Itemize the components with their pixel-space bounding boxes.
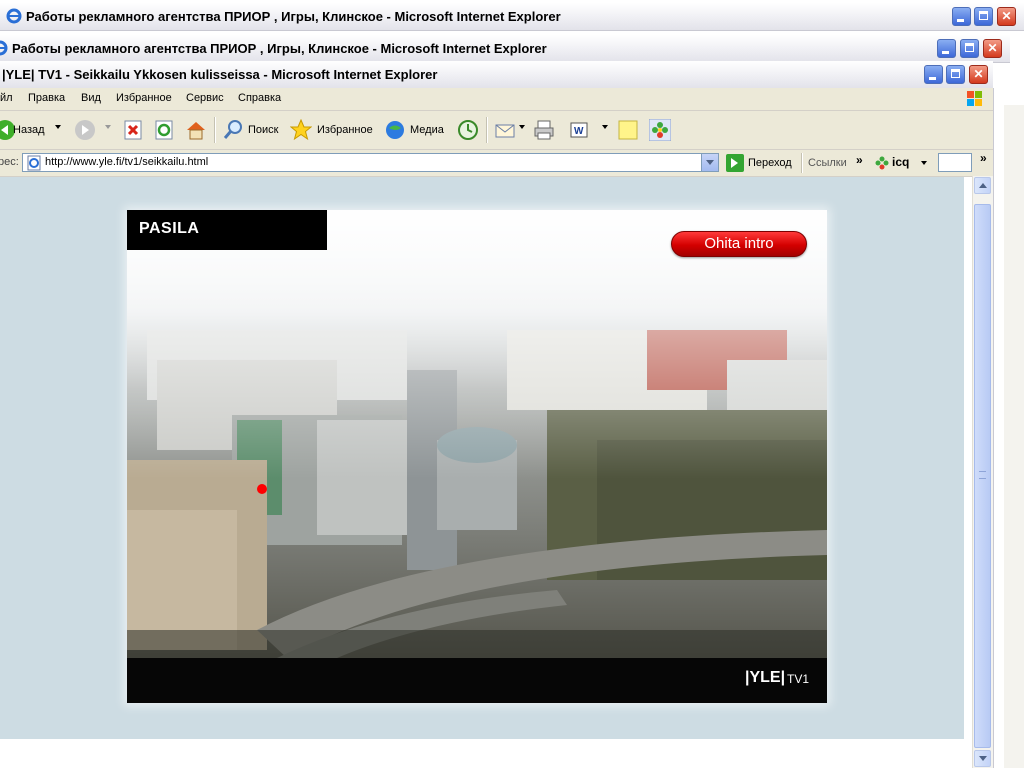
menu-tools[interactable]: Сервис	[186, 92, 224, 104]
window-title: Работы рекламного агентства ПРИОР , Игры…	[26, 9, 561, 24]
standard-toolbar: Назад Поиск Избранное Медиа W	[0, 111, 993, 150]
scroll-thumb[interactable]	[974, 204, 991, 748]
scroll-up-button[interactable]	[974, 177, 991, 194]
note-icon[interactable]	[617, 119, 639, 141]
maximize-button[interactable]	[974, 7, 993, 26]
media-icon[interactable]	[384, 119, 406, 141]
window-title: Работы рекламного агентства ПРИОР , Игры…	[12, 41, 547, 56]
page-icon	[27, 155, 41, 171]
links-chevron-icon[interactable]: »	[856, 153, 863, 167]
search-button[interactable]: Поиск	[248, 124, 278, 136]
close-button[interactable]: ✕	[997, 7, 1016, 26]
flash-intro[interactable]: PASILA Ohita intro |YLE| TV1	[127, 210, 827, 703]
home-icon[interactable]	[185, 119, 207, 141]
back-dropdown-icon[interactable]	[55, 125, 61, 129]
vertical-scrollbar[interactable]	[972, 176, 993, 768]
svg-text:W: W	[574, 126, 584, 137]
menu-favorites[interactable]: Избранное	[116, 92, 172, 104]
location-label: PASILA	[139, 220, 200, 237]
skip-intro-label: Ohita intro	[704, 235, 774, 252]
close-icon: ✕	[987, 41, 998, 55]
menu-bar: йл Правка Вид Избранное Сервис Справка	[0, 88, 993, 111]
tv1-logo: TV1	[787, 672, 810, 686]
maximize-button[interactable]	[946, 65, 965, 84]
outer-scrollbar-track	[1004, 105, 1024, 768]
minimize-button[interactable]	[952, 7, 971, 26]
scroll-down-button[interactable]	[974, 750, 991, 767]
icq-flower-icon[interactable]	[649, 119, 671, 141]
toolbar-chevron-icon[interactable]: »	[980, 151, 987, 165]
close-button[interactable]: ✕	[983, 39, 1002, 58]
links-button[interactable]: Ссылки	[808, 157, 847, 169]
ie-icon	[0, 40, 8, 56]
page-bottom-strip	[0, 739, 964, 768]
skip-intro-button[interactable]: Ohita intro	[671, 231, 807, 257]
edit-dropdown-icon[interactable]	[602, 125, 608, 129]
edit-word-icon[interactable]: W	[568, 119, 590, 141]
window-title: |YLE| TV1 - Seikkailu Ykkosen kulisseiss…	[2, 67, 438, 82]
forward-dropdown-icon[interactable]	[105, 125, 111, 129]
yle-logo: |YLE|	[745, 669, 786, 686]
location-label-box: PASILA	[127, 210, 327, 250]
menu-file[interactable]: йл	[0, 92, 13, 104]
search-icon[interactable]	[222, 119, 244, 141]
window-titlebar-3[interactable]: |YLE| TV1 - Seikkailu Ykkosen kulisseiss…	[0, 61, 993, 89]
close-icon: ✕	[1001, 9, 1012, 23]
mail-icon[interactable]	[494, 119, 516, 141]
menu-view[interactable]: Вид	[81, 92, 101, 104]
mail-dropdown-icon[interactable]	[519, 125, 525, 129]
print-icon[interactable]	[533, 119, 555, 141]
favorites-button[interactable]: Избранное	[317, 124, 373, 136]
forward-arrow-icon[interactable]	[74, 119, 96, 141]
favorites-star-icon[interactable]	[290, 119, 312, 141]
window-titlebar-1[interactable]: Работы рекламного агентства ПРИОР , Игры…	[0, 3, 1024, 31]
ie-icon	[6, 8, 22, 24]
windows-logo-icon	[967, 91, 982, 106]
icq-icon[interactable]	[874, 155, 890, 171]
icq-input[interactable]	[938, 153, 972, 172]
minimize-button[interactable]	[924, 65, 943, 84]
address-label: рес:	[0, 156, 19, 168]
close-button[interactable]: ✕	[969, 65, 988, 84]
address-dropdown-icon[interactable]	[701, 154, 718, 171]
close-icon: ✕	[973, 67, 984, 81]
menu-edit[interactable]: Правка	[28, 92, 65, 104]
refresh-icon[interactable]	[153, 119, 175, 141]
icq-dropdown-icon[interactable]	[921, 161, 927, 165]
minimize-button[interactable]	[937, 39, 956, 58]
menu-help[interactable]: Справка	[238, 92, 281, 104]
go-button[interactable]: Переход	[748, 157, 792, 169]
stop-icon[interactable]	[122, 119, 144, 141]
address-url: http://www.yle.fi/tv1/seikkailu.html	[45, 156, 209, 168]
address-bar: рес: http://www.yle.fi/tv1/seikkailu.htm…	[0, 150, 993, 177]
media-button[interactable]: Медиа	[410, 124, 444, 136]
back-button[interactable]: Назад	[13, 124, 45, 136]
window-titlebar-2[interactable]: Работы рекламного агентства ПРИОР , Игры…	[0, 35, 1010, 63]
address-input[interactable]: http://www.yle.fi/tv1/seikkailu.html	[22, 153, 719, 172]
icq-button[interactable]: icq	[892, 155, 909, 169]
history-icon[interactable]	[457, 119, 479, 141]
flash-footer	[127, 658, 827, 703]
go-arrow-icon[interactable]	[726, 154, 744, 172]
pasila-aerial-photo	[127, 210, 827, 658]
maximize-button[interactable]	[960, 39, 979, 58]
